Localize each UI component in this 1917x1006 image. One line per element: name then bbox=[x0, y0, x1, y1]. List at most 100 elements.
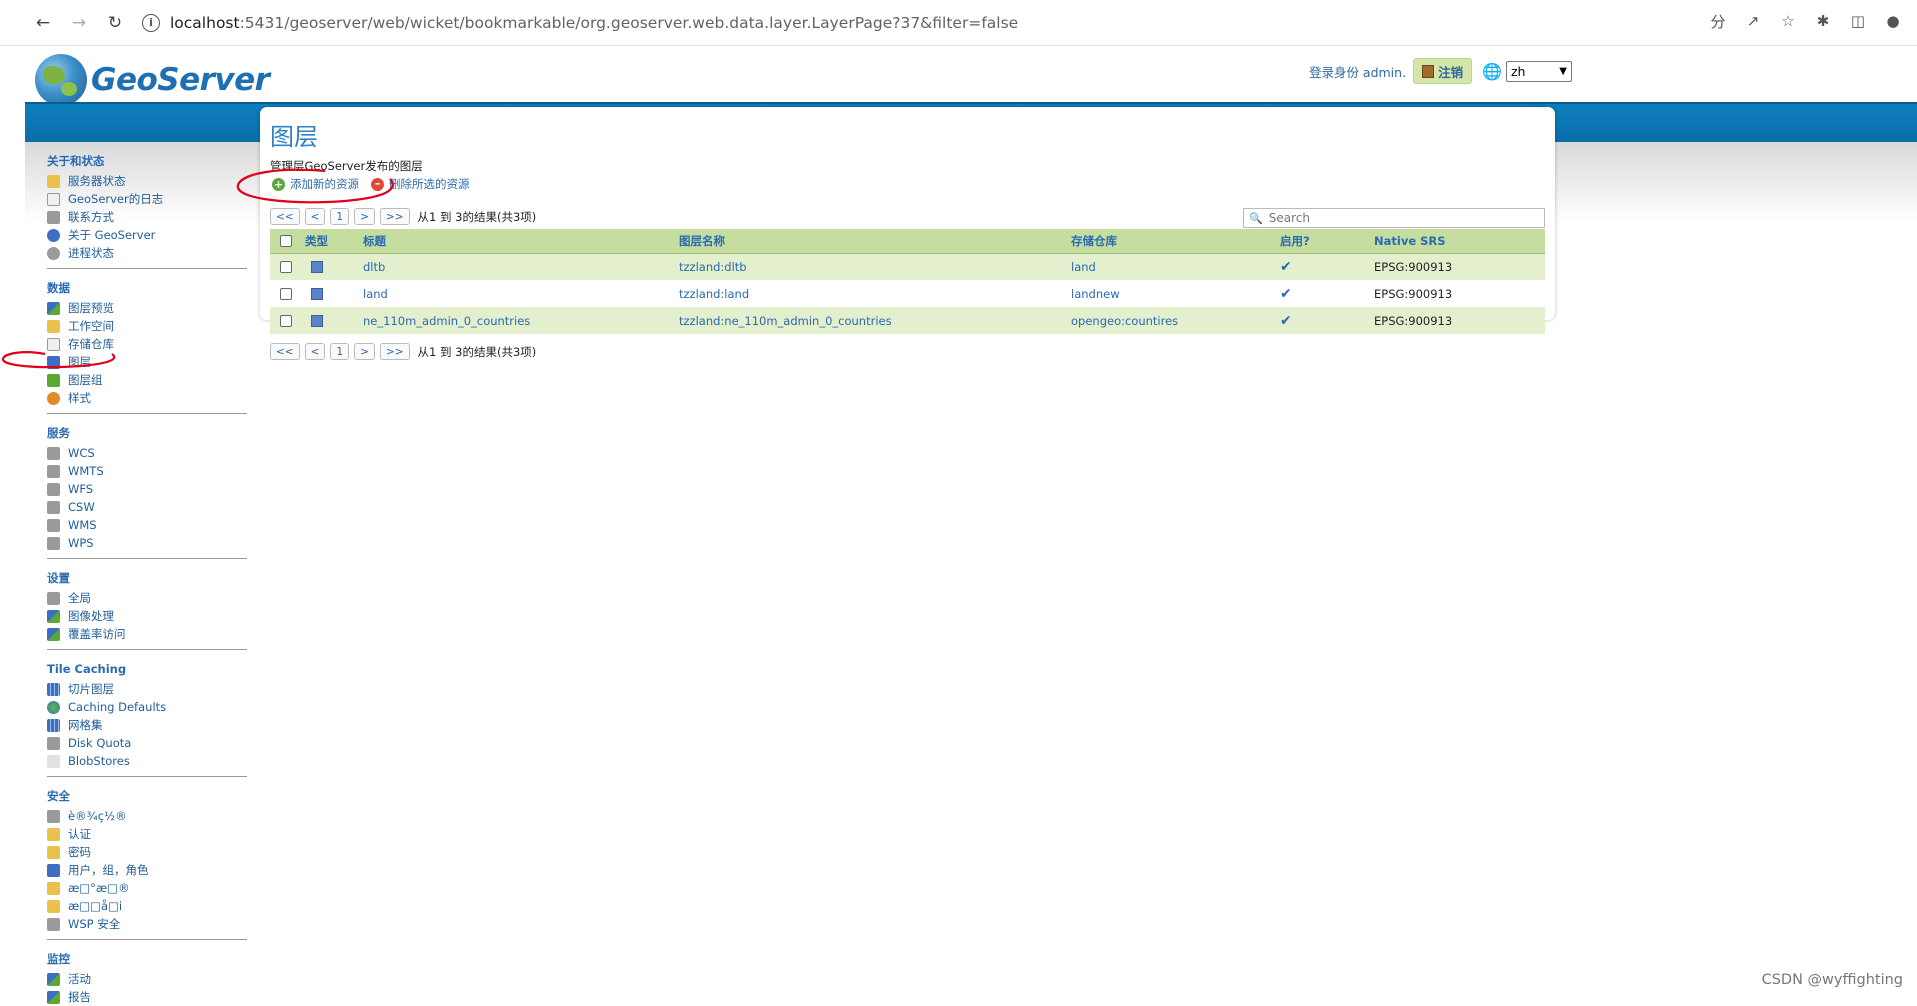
sidebar-item-wps[interactable]: WPS bbox=[47, 534, 247, 552]
forward-icon[interactable]: → bbox=[66, 10, 92, 36]
profile-icon[interactable]: ● bbox=[1883, 10, 1903, 32]
sidebar-item-workspaces[interactable]: 工作空间 bbox=[47, 317, 247, 335]
layer-title-link[interactable]: ne_110m_admin_0_countries bbox=[363, 307, 679, 334]
pager-prev-button[interactable]: < bbox=[304, 343, 326, 360]
page-title: 图层 bbox=[270, 123, 318, 151]
pager-last-button[interactable]: >> bbox=[379, 208, 410, 225]
sidebar-item-label: 存储仓库 bbox=[68, 337, 114, 351]
sidebar-item-label: WPS bbox=[68, 536, 94, 550]
sidebar-item-data-security[interactable]: æ□°æ□® bbox=[47, 879, 247, 897]
sidebar-item-wfs[interactable]: WFS bbox=[47, 480, 247, 498]
pager-next-button[interactable]: > bbox=[354, 343, 375, 360]
pager-prev-button[interactable]: < bbox=[304, 208, 326, 225]
sidebar-item-activity[interactable]: 活动 bbox=[47, 970, 247, 988]
sidebar-item-label: 认证 bbox=[68, 827, 91, 841]
sidebar-item-gridsets[interactable]: 网格集 bbox=[47, 716, 247, 734]
column-header-layer-name[interactable]: 图层名称 bbox=[679, 229, 1071, 254]
add-resource-link[interactable]: + 添加新的资源 bbox=[272, 176, 359, 192]
sidebar-item-passwords[interactable]: 密码 bbox=[47, 843, 247, 861]
sidebar-item-wsp-security[interactable]: WSP 安全 bbox=[47, 915, 247, 933]
row-checkbox[interactable] bbox=[280, 261, 292, 274]
column-header-title[interactable]: 标题 bbox=[363, 229, 679, 254]
address-bar[interactable]: i localhost:5431/geoserver/web/wicket/bo… bbox=[142, 8, 1018, 38]
column-header-store[interactable]: 存储仓库 bbox=[1071, 229, 1280, 254]
sidebar-item-label: Disk Quota bbox=[68, 736, 132, 750]
sidebar-item-logs[interactable]: GeoServer的日志 bbox=[47, 190, 247, 208]
sidebar-item-caching-defaults[interactable]: Caching Defaults bbox=[47, 698, 247, 716]
sidebar-item-process-status[interactable]: 进程状态 bbox=[47, 244, 247, 262]
layer-title-link[interactable]: dltb bbox=[363, 253, 679, 280]
pager-last-button[interactable]: >> bbox=[379, 343, 410, 360]
sidebar-item-about[interactable]: 关于 GeoServer bbox=[47, 226, 247, 244]
sidebar-item-wms[interactable]: WMS bbox=[47, 516, 247, 534]
sidebar-item-wmts[interactable]: WMTS bbox=[47, 462, 247, 480]
contact-card-icon bbox=[47, 210, 60, 224]
store-link[interactable]: landnew bbox=[1071, 280, 1280, 307]
select-all-checkbox[interactable] bbox=[280, 235, 292, 248]
layer-name-link[interactable]: tzzland:ne_110m_admin_0_countries bbox=[679, 307, 1071, 334]
remove-icon: – bbox=[371, 177, 384, 191]
sidebar-item-users-groups-roles[interactable]: 用户，组，角色 bbox=[47, 861, 247, 879]
site-info-icon[interactable]: i bbox=[142, 13, 160, 32]
bar-chart-icon bbox=[47, 972, 60, 986]
bookmark-star-icon[interactable]: ☆ bbox=[1778, 10, 1798, 32]
sidebar-item-contact[interactable]: 联系方式 bbox=[47, 208, 247, 226]
server-status-icon bbox=[47, 174, 60, 188]
sidebar-item-label: 图层组 bbox=[68, 373, 103, 387]
sidebar-item-layer-preview[interactable]: 图层预览 bbox=[47, 299, 247, 317]
language-select[interactable]: zh ▼ bbox=[1506, 60, 1572, 82]
sidebar-item-label: 关于 GeoServer bbox=[68, 228, 156, 242]
sidebar-item-image-processing[interactable]: 图像处理 bbox=[47, 607, 247, 625]
reload-icon[interactable]: ↻ bbox=[102, 10, 128, 36]
layer-name-link[interactable]: tzzland:dltb bbox=[679, 253, 1071, 280]
sidebar-item-tile-layers[interactable]: 切片图层 bbox=[47, 680, 247, 698]
sidebar-item-global[interactable]: 全局 bbox=[47, 589, 247, 607]
pager-first-button[interactable]: << bbox=[270, 343, 300, 360]
back-icon[interactable]: ← bbox=[30, 10, 56, 36]
sidebar-item-reports[interactable]: 报告 bbox=[47, 988, 247, 1006]
translate-icon[interactable]: 分 bbox=[1708, 10, 1728, 32]
sidebar-item-label: 切片图层 bbox=[68, 682, 114, 696]
sidebar-item-label: 图层预览 bbox=[68, 301, 114, 315]
sidebar-item-label: BlobStores bbox=[68, 754, 130, 768]
sidebar-item-label: 图层 bbox=[68, 355, 91, 369]
column-header-enabled[interactable]: 启用? bbox=[1280, 229, 1374, 254]
sidebar-item-service-security[interactable]: æ□□å□i bbox=[47, 897, 247, 915]
store-link[interactable]: opengeo:countires bbox=[1071, 307, 1280, 334]
column-header-type[interactable]: 类型 bbox=[305, 229, 363, 254]
sidebar-item-styles[interactable]: 样式 bbox=[47, 389, 247, 407]
actions-bar: + 添加新的资源 – 删除所选的资源 bbox=[272, 176, 482, 192]
sidebar-item-csw[interactable]: CSW bbox=[47, 498, 247, 516]
extensions-icon[interactable]: ✱ bbox=[1813, 10, 1833, 32]
sidebar-item-blobstores[interactable]: BlobStores bbox=[47, 752, 247, 770]
share-icon[interactable]: ↗ bbox=[1743, 10, 1763, 32]
sidebar-item-disk-quota[interactable]: Disk Quota bbox=[47, 734, 247, 752]
geoserver-header: GeoServer 登录身份 admin. 注销 🌐 zh ▼ bbox=[25, 46, 1917, 106]
search-input[interactable]: 🔍 Search bbox=[1243, 208, 1545, 228]
logout-button[interactable]: 注销 bbox=[1413, 58, 1473, 84]
store-link[interactable]: land bbox=[1071, 253, 1280, 280]
sidebar-item-coverage-access[interactable]: 覆盖率访问 bbox=[47, 625, 247, 643]
table-header-row: 类型 标题 图层名称 存储仓库 启用? Native SRS bbox=[270, 229, 1545, 254]
sidebar-item-stores[interactable]: 存储仓库 bbox=[47, 335, 247, 353]
layer-name-link[interactable]: tzzland:land bbox=[679, 280, 1071, 307]
globe-logo-icon bbox=[35, 54, 87, 106]
side-panel-icon[interactable]: ◫ bbox=[1848, 10, 1868, 32]
row-checkbox[interactable] bbox=[280, 315, 292, 327]
sidebar-item-wcs[interactable]: WCS bbox=[47, 444, 247, 462]
pager-page-button[interactable]: 1 bbox=[330, 343, 350, 360]
layer-title-link[interactable]: land bbox=[363, 280, 679, 307]
pager-next-button[interactable]: > bbox=[354, 208, 375, 225]
pager-first-button[interactable]: << bbox=[270, 208, 300, 225]
sidebar-item-layer-groups[interactable]: 图层组 bbox=[47, 371, 247, 389]
row-checkbox[interactable] bbox=[280, 288, 292, 300]
column-header-native-srs[interactable]: Native SRS bbox=[1374, 229, 1545, 254]
sidebar-item-label: 样式 bbox=[68, 391, 91, 405]
geoserver-logo[interactable]: GeoServer bbox=[35, 54, 270, 106]
pager-page-button[interactable]: 1 bbox=[330, 208, 350, 225]
remove-resource-link[interactable]: – 删除所选的资源 bbox=[371, 176, 470, 192]
sidebar-item-server-status[interactable]: 服务器状态 bbox=[47, 172, 247, 190]
sidebar-item-security-settings[interactable]: è®¾ç½® bbox=[47, 807, 247, 825]
sidebar-item-authentication[interactable]: 认证 bbox=[47, 825, 247, 843]
sidebar-item-layers[interactable]: 图层 bbox=[47, 353, 247, 371]
